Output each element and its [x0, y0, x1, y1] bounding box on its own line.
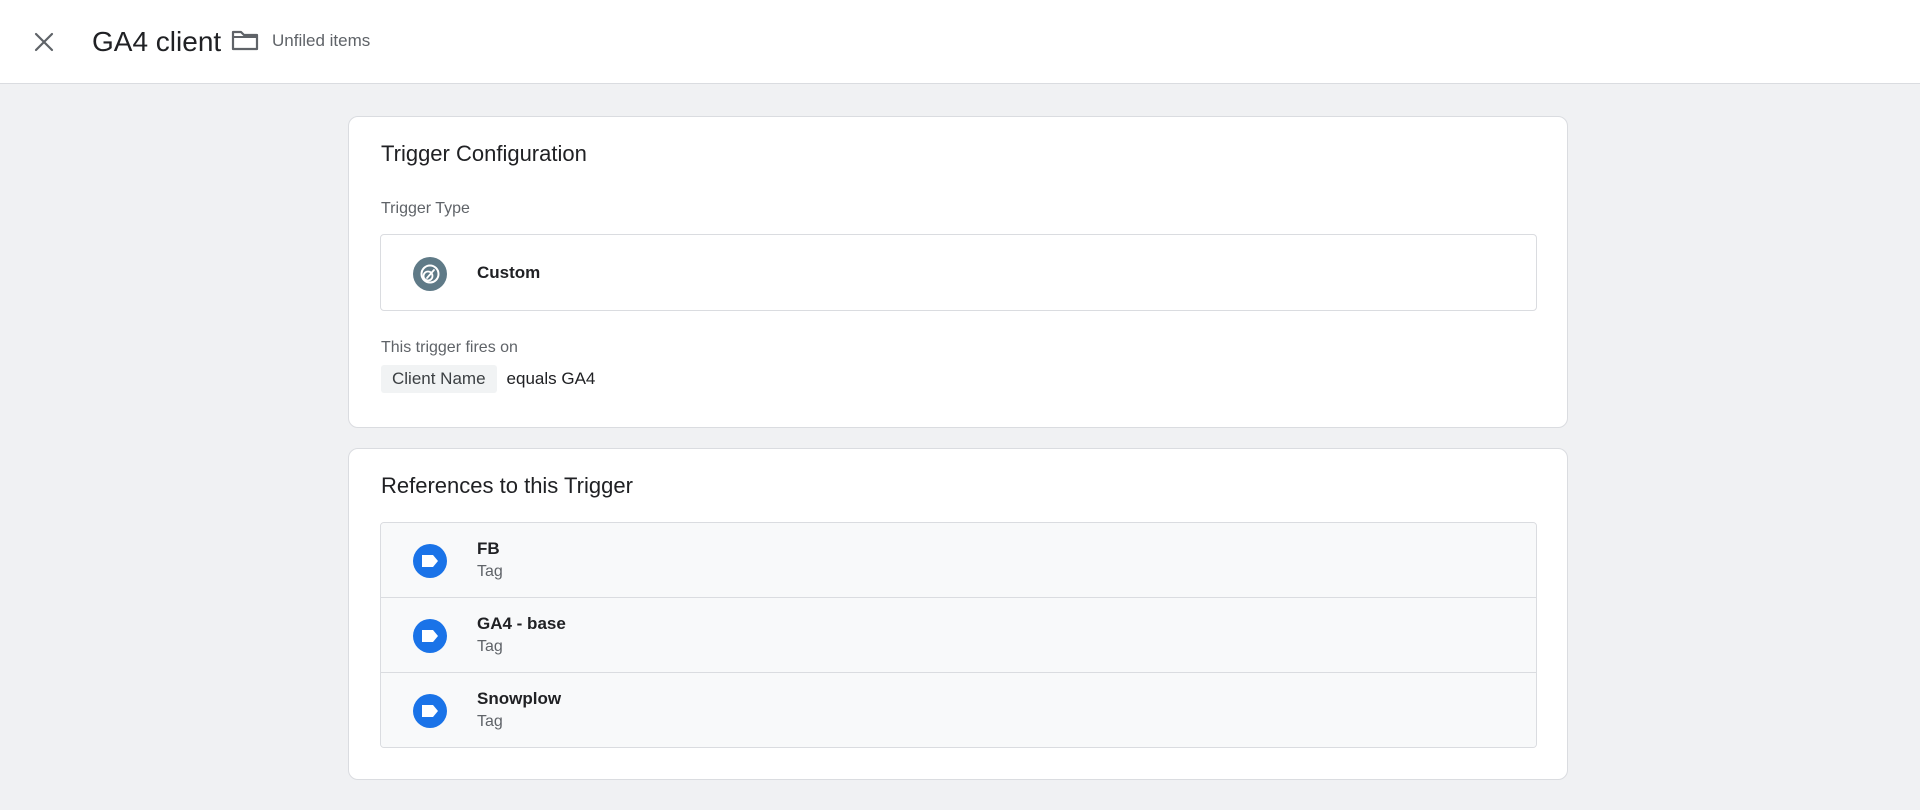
- trigger-condition: Client Name equals GA4: [381, 365, 595, 393]
- top-bar: GA4 client Unfiled items: [0, 0, 1920, 84]
- reference-name: Snowplow: [477, 689, 562, 708]
- trigger-type-name: Custom: [477, 263, 541, 282]
- references-card: References to this Trigger FB Tag GA4 - …: [348, 448, 1568, 780]
- tag-icon: [413, 544, 447, 578]
- references-title: References to this Trigger: [381, 473, 633, 498]
- page-title[interactable]: GA4 client: [92, 24, 221, 60]
- reference-row-snowplow[interactable]: Snowplow Tag: [381, 673, 1536, 747]
- close-icon: [34, 32, 54, 52]
- fires-on-label: This trigger fires on: [381, 339, 518, 356]
- reference-row-fb[interactable]: FB Tag: [381, 523, 1536, 598]
- folder-label[interactable]: Unfiled items: [272, 31, 370, 51]
- tag-icon: [413, 694, 447, 728]
- condition-operator-value: equals GA4: [506, 369, 596, 388]
- reference-type: Tag: [477, 563, 503, 580]
- references-list: FB Tag GA4 - base Tag Snowplow Tag: [380, 522, 1537, 748]
- close-button[interactable]: [26, 26, 62, 58]
- tag-icon: [413, 619, 447, 653]
- reference-name: FB: [477, 539, 500, 558]
- trigger-type-label: Trigger Type: [381, 200, 470, 217]
- reference-type: Tag: [477, 713, 503, 730]
- custom-trigger-icon: [413, 257, 447, 291]
- reference-type: Tag: [477, 638, 503, 655]
- condition-variable-chip: Client Name: [381, 365, 497, 393]
- trigger-type-selector[interactable]: Custom: [380, 234, 1537, 311]
- trigger-configuration-title: Trigger Configuration: [381, 141, 587, 166]
- reference-name: GA4 - base: [477, 614, 566, 633]
- folder-icon[interactable]: [231, 28, 259, 52]
- trigger-configuration-card: Trigger Configuration Trigger Type Custo…: [348, 116, 1568, 428]
- reference-row-ga4-base[interactable]: GA4 - base Tag: [381, 598, 1536, 673]
